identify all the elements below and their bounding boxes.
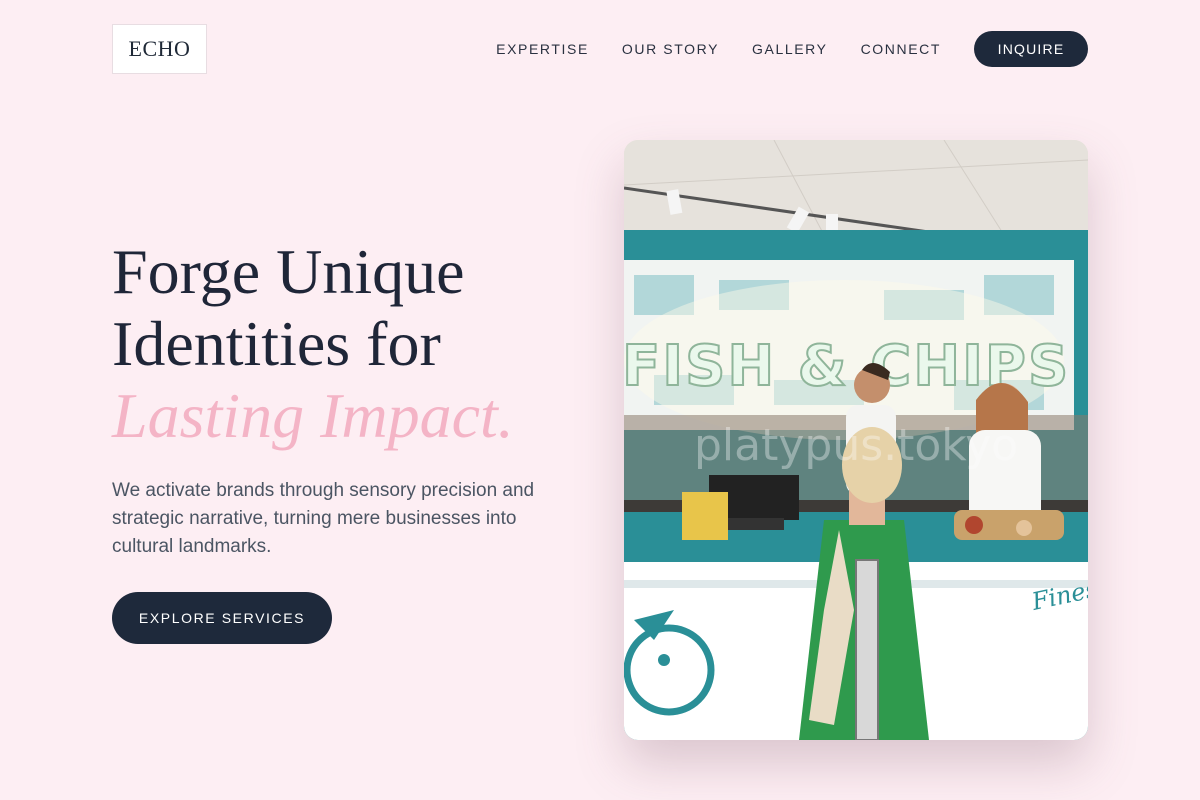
headline-line-2: Identities for	[112, 308, 441, 379]
explore-services-button[interactable]: EXPLORE SERVICES	[112, 592, 332, 644]
main-nav: EXPERTISE OUR STORY GALLERY CONNECT INQU…	[496, 31, 1088, 67]
nav-item-our-story[interactable]: OUR STORY	[622, 41, 719, 57]
hero-subtext: We activate brands through sensory preci…	[112, 480, 535, 557]
headline-accent: Lasting Impact.	[112, 380, 514, 451]
nav-item-connect[interactable]: CONNECT	[861, 41, 941, 57]
headline-line-1: Forge Unique	[112, 236, 465, 307]
nav-item-expertise[interactable]: EXPERTISE	[496, 41, 589, 57]
hero-image: FISH & CHIPS Finest platypus.tokyo	[624, 140, 1088, 740]
nav-item-gallery[interactable]: GALLERY	[752, 41, 828, 57]
inquire-button[interactable]: INQUIRE	[974, 31, 1088, 67]
image-watermark: platypus.tokyo	[694, 420, 1018, 471]
logo[interactable]: ECHO	[112, 24, 207, 74]
hero-headline: Forge Unique Identities for Lasting Impa…	[112, 236, 592, 452]
